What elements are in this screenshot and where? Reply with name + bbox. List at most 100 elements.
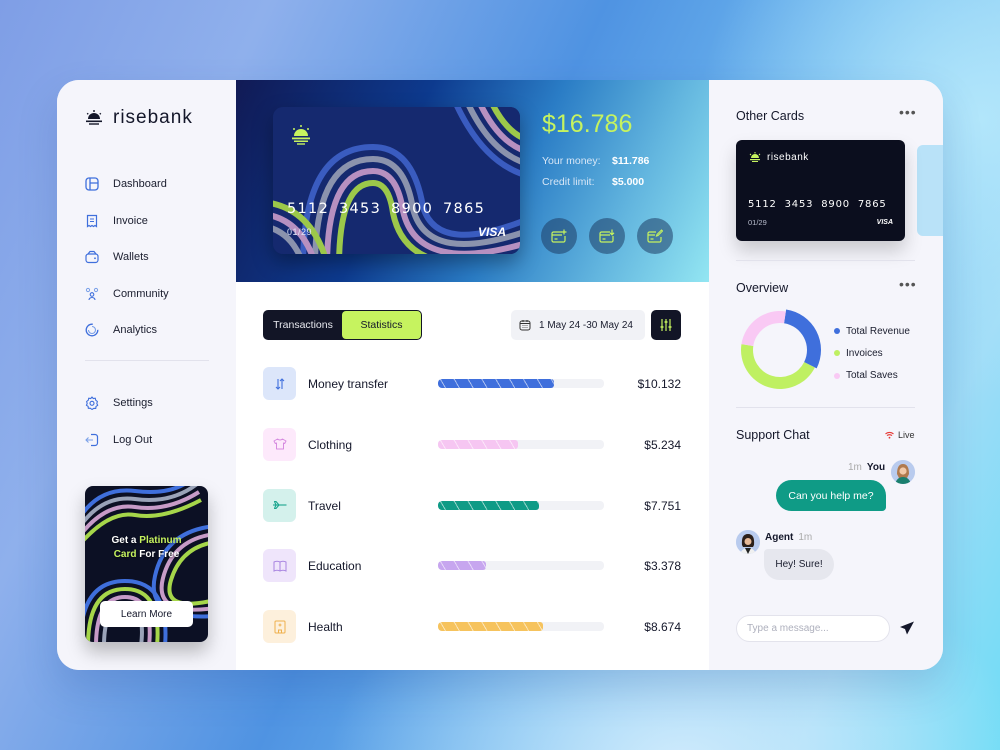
transaction-progress-fill — [438, 561, 487, 571]
sidebar-item-label: Analytics — [113, 324, 158, 337]
brand-logo[interactable]: risebank — [85, 107, 193, 129]
analytics-icon — [85, 323, 99, 337]
transaction-row[interactable]: Clothing $5.234 — [263, 427, 681, 489]
promo-text-plain: For Free — [136, 549, 180, 560]
donut-slice-invoices — [741, 344, 815, 389]
chat-message-input[interactable] — [736, 615, 890, 642]
sidebar-item-label: Invoice — [113, 214, 148, 227]
promo-text-highlight: Platinum — [139, 535, 182, 546]
tab-statistics[interactable]: Statistics — [342, 311, 421, 339]
logout-icon — [85, 433, 99, 447]
invoice-icon — [85, 214, 99, 228]
send-icon — [900, 621, 914, 635]
brand-name: risebank — [113, 107, 193, 128]
date-range-picker[interactable]: 1 May 24 -30 May 24 — [511, 310, 645, 340]
transaction-icon-box — [263, 610, 296, 644]
chat-bubble-agent: Hey! Sure! — [764, 549, 834, 580]
legend-item: Invoices — [834, 342, 910, 364]
chat-bubble-user: Can you help me? — [776, 480, 886, 511]
user-avatar-image — [891, 460, 915, 484]
your-money-label: Your money: — [542, 155, 601, 167]
promo-text-plain: Get a — [111, 535, 140, 546]
primary-credit-card[interactable]: 5112 3453 8900 7865 01/29 VISA — [273, 107, 520, 254]
date-range-text: 1 May 24 -30 May 24 — [539, 319, 633, 331]
transaction-row[interactable]: Money transfer $10.132 — [263, 367, 681, 428]
sidebar-item-logout[interactable]: Log Out — [85, 422, 153, 459]
main-nav: Dashboard Invoice Wallets Community Anal… — [85, 166, 169, 349]
total-balance: $16.786 — [542, 110, 633, 138]
transaction-progress-fill — [438, 379, 555, 388]
agent-avatar-image — [736, 530, 760, 554]
message-time: 1m — [798, 532, 813, 543]
legend-label: Total Saves — [846, 370, 898, 382]
learn-more-button[interactable]: Learn More — [100, 601, 193, 627]
transaction-amount: $7.751 — [644, 498, 681, 513]
filter-button[interactable] — [651, 310, 681, 340]
promo-text-highlight: Card — [113, 549, 137, 560]
transaction-icon-box — [263, 488, 296, 522]
transaction-progress — [438, 561, 604, 571]
message-meta: Agent 1m — [765, 532, 817, 543]
sidebar-item-label: Community — [113, 287, 169, 300]
panel-divider — [736, 260, 915, 261]
credit-limit-row: Credit limit: $5.000 — [542, 176, 644, 188]
transaction-name: Clothing — [308, 437, 353, 452]
transaction-name: Health — [308, 620, 343, 635]
overview-donut-chart — [741, 309, 821, 389]
gear-icon — [85, 396, 99, 411]
tab-transactions[interactable]: Transactions — [264, 311, 342, 339]
donut-slice-total-saves — [741, 311, 786, 346]
card-actions — [541, 218, 673, 254]
sunrise-logo-icon — [86, 110, 102, 125]
card-brand-name: risebank — [767, 152, 809, 163]
card-number: 5112 3453 8900 7865 — [748, 199, 887, 210]
sidebar-item-invoice[interactable]: Invoice — [85, 203, 169, 240]
wifi-icon — [885, 431, 894, 439]
transaction-amount: $5.234 — [644, 437, 681, 452]
transaction-row[interactable]: Education $3.378 — [263, 549, 681, 610]
card-edit-button[interactable] — [637, 218, 673, 254]
transaction-row[interactable]: Health $8.674 — [263, 610, 681, 670]
sidebar-item-community[interactable]: Community — [85, 276, 169, 313]
visa-logo: VISA — [876, 219, 893, 226]
live-label: Live — [898, 430, 915, 440]
transaction-icon-box — [263, 549, 296, 583]
transaction-progress-fill — [438, 439, 518, 449]
other-cards-title: Other Cards — [736, 109, 805, 123]
legend-label: Invoices — [846, 347, 883, 359]
transaction-icon-box — [263, 427, 296, 461]
promo-text: Get a Platinum Card For Free — [85, 534, 208, 562]
card-edit-icon — [647, 229, 663, 243]
overview-more-icon[interactable]: ••• — [899, 276, 917, 292]
sidebar-item-settings[interactable]: Settings — [85, 385, 153, 422]
card-download-button[interactable] — [589, 218, 625, 254]
sidebar-item-dashboard[interactable]: Dashboard — [85, 166, 169, 203]
sidebar-item-analytics[interactable]: Analytics — [85, 312, 169, 349]
other-credit-card[interactable]: risebank 5112 3453 8900 7865 01/29 VISA — [736, 140, 905, 241]
sidebar-divider — [85, 360, 209, 361]
transaction-name: Education — [308, 559, 362, 574]
transaction-progress — [438, 500, 604, 510]
your-money-value: $11.786 — [612, 155, 650, 167]
card-brand: risebank — [749, 152, 809, 163]
message-sender: You — [866, 462, 886, 473]
other-cards-more-icon[interactable]: ••• — [899, 104, 917, 120]
sidebar-item-wallets[interactable]: Wallets — [85, 239, 169, 276]
send-message-button[interactable] — [899, 621, 915, 640]
message-time: 1m — [848, 462, 862, 473]
legend-dot — [834, 350, 840, 357]
transaction-progress-fill — [438, 500, 540, 510]
support-chat-title: Support Chat — [736, 428, 810, 442]
next-card-peek[interactable] — [917, 145, 943, 236]
transaction-progress — [438, 622, 604, 632]
transaction-row[interactable]: Travel $7.751 — [263, 488, 681, 550]
right-panel: Other Cards ••• risebank 5112 3453 8900 … — [709, 80, 943, 670]
card-number: 5112 3453 8900 7865 — [287, 201, 486, 217]
legend-label: Total Revenue — [846, 325, 910, 337]
panel-divider — [736, 407, 915, 408]
sidebar: risebank Dashboard Invoice Wallets Commu… — [57, 80, 236, 670]
add-card-button[interactable] — [541, 218, 577, 254]
live-indicator: Live — [885, 430, 915, 440]
sidebar-item-label: Log Out — [113, 433, 153, 446]
calendar-icon — [519, 320, 531, 331]
